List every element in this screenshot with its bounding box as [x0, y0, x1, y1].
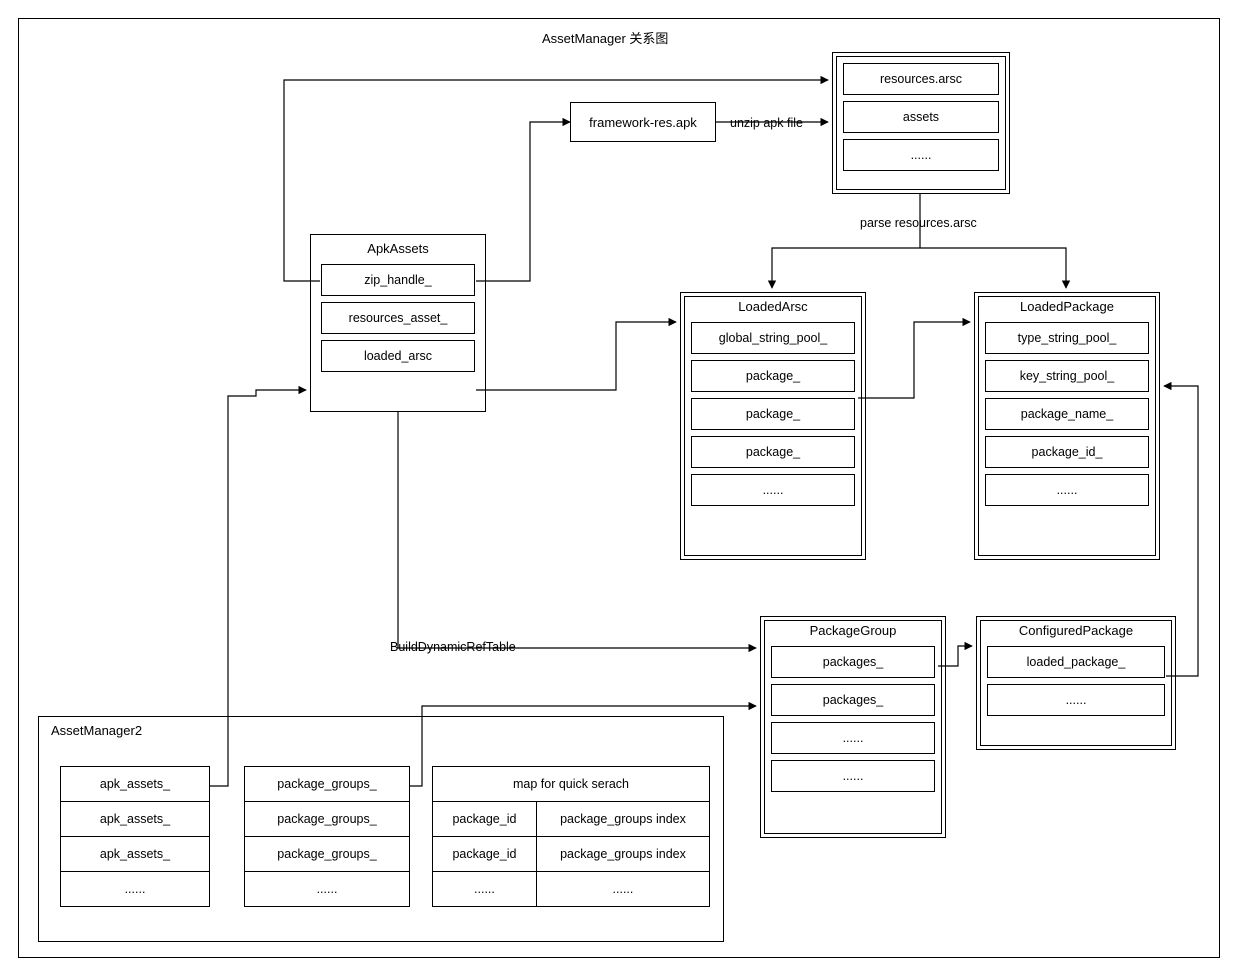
configured-package-row: loaded_package_: [987, 646, 1165, 678]
list-item: ......: [245, 872, 410, 907]
apk-assets-node: ApkAssets zip_handle_ resources_asset_ l…: [310, 234, 486, 412]
unzipped-contents: resources.arsc assets ......: [832, 52, 1010, 194]
apk-assets-title: ApkAssets: [311, 235, 485, 258]
framework-res-apk-box: framework-res.apk: [570, 102, 716, 142]
loaded-arsc-row: ......: [691, 474, 855, 506]
list-item: ......: [61, 872, 210, 907]
apk-assets-row: resources_asset_: [321, 302, 475, 334]
list-item: package_groups_: [245, 802, 410, 837]
list-item: apk_assets_: [61, 802, 210, 837]
package-group-row: ......: [771, 760, 935, 792]
loaded-package-row: ......: [985, 474, 1149, 506]
package-group-row: packages_: [771, 646, 935, 678]
loaded-package-node: LoadedPackage type_string_pool_ key_stri…: [974, 292, 1160, 560]
map-cell: package_groups index: [536, 802, 709, 837]
loaded-arsc-row: package_: [691, 360, 855, 392]
map-title: map for quick serach: [433, 767, 710, 802]
loaded-arsc-title: LoadedArsc: [681, 293, 865, 316]
parse-label: parse resources.arsc: [858, 216, 979, 230]
unzipped-row: assets: [843, 101, 999, 133]
loaded-arsc-row: global_string_pool_: [691, 322, 855, 354]
loaded-package-row: package_id_: [985, 436, 1149, 468]
unzipped-row: ......: [843, 139, 999, 171]
loaded-package-row: package_name_: [985, 398, 1149, 430]
package-group-title: PackageGroup: [761, 617, 945, 640]
quick-search-map: map for quick serach package_id package_…: [432, 766, 710, 907]
configured-package-row: ......: [987, 684, 1165, 716]
apk-assets-list: apk_assets_ apk_assets_ apk_assets_ ....…: [60, 766, 210, 907]
package-groups-list: package_groups_ package_groups_ package_…: [244, 766, 410, 907]
apk-assets-row: loaded_arsc: [321, 340, 475, 372]
map-cell: ......: [433, 872, 537, 907]
loaded-arsc-row: package_: [691, 398, 855, 430]
build-dyn-label: BuildDynamicRefTable: [388, 640, 518, 654]
configured-package-title: ConfiguredPackage: [977, 617, 1175, 640]
configured-package-node: ConfiguredPackage loaded_package_ ......: [976, 616, 1176, 750]
map-cell: ......: [536, 872, 709, 907]
loaded-package-title: LoadedPackage: [975, 293, 1159, 316]
map-cell: package_groups index: [536, 837, 709, 872]
list-item: apk_assets_: [61, 837, 210, 872]
framework-res-apk-label: framework-res.apk: [589, 115, 697, 130]
loaded-arsc-row: package_: [691, 436, 855, 468]
list-item: package_groups_: [245, 837, 410, 872]
loaded-arsc-node: LoadedArsc global_string_pool_ package_ …: [680, 292, 866, 560]
package-group-node: PackageGroup packages_ packages_ ...... …: [760, 616, 946, 838]
list-item: package_groups_: [245, 767, 410, 802]
diagram-canvas: AssetManager 关系图 framework-res.apk unzip…: [0, 0, 1238, 976]
diagram-title: AssetManager 关系图: [540, 28, 670, 47]
package-group-row: packages_: [771, 684, 935, 716]
loaded-package-row: key_string_pool_: [985, 360, 1149, 392]
package-group-row: ......: [771, 722, 935, 754]
list-item: apk_assets_: [61, 767, 210, 802]
apk-assets-row: zip_handle_: [321, 264, 475, 296]
map-cell: package_id: [433, 802, 537, 837]
unzipped-row: resources.arsc: [843, 63, 999, 95]
unzip-label: unzip apk file: [728, 116, 805, 130]
loaded-package-row: type_string_pool_: [985, 322, 1149, 354]
map-cell: package_id: [433, 837, 537, 872]
asset-manager2-title: AssetManager2: [39, 717, 723, 740]
